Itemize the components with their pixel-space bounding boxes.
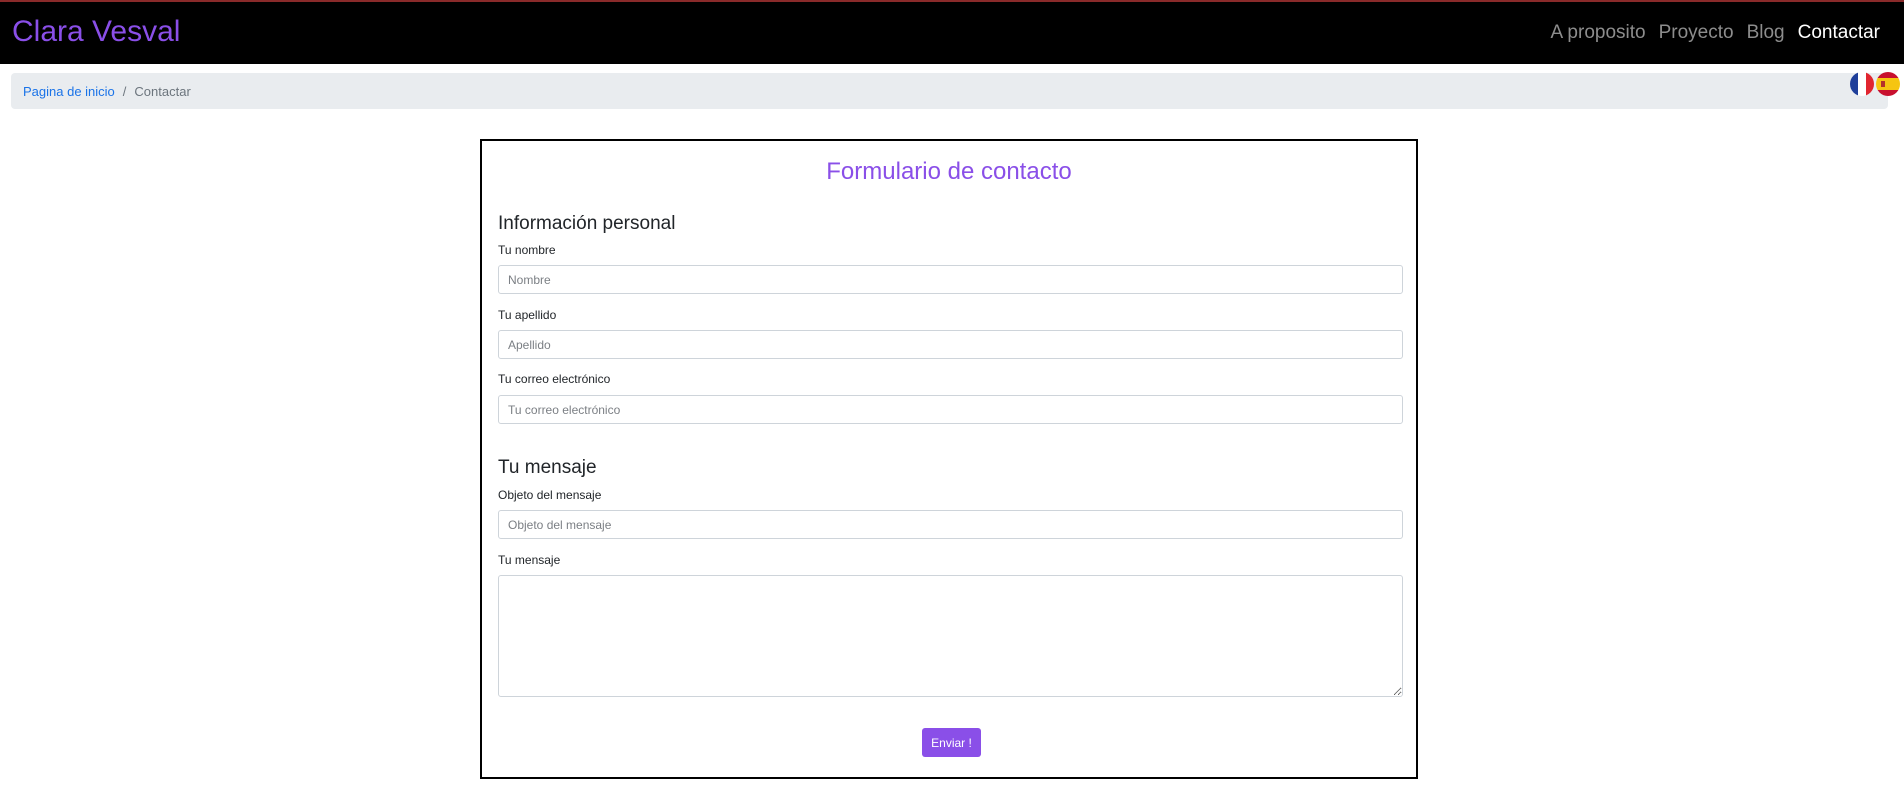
message-textarea[interactable]	[498, 575, 1403, 697]
form-title: Formulario de contacto	[826, 158, 1072, 185]
subject-input[interactable]	[498, 510, 1403, 539]
nav-link-blog[interactable]: Blog	[1747, 20, 1785, 46]
email-label: Tu correo electrónico	[498, 372, 611, 386]
breadcrumb-home-link[interactable]: Pagina de inicio	[23, 84, 115, 99]
submit-button[interactable]: Enviar !	[922, 728, 981, 757]
name-label: Tu nombre	[498, 243, 556, 257]
nav-link-a-proposito[interactable]: A proposito	[1551, 20, 1646, 46]
spanish-flag-icon[interactable]	[1876, 72, 1900, 96]
brand-link[interactable]: Clara Vesval	[12, 14, 180, 50]
language-switcher	[1850, 72, 1900, 96]
nav-links: A proposito Proyecto Blog Contactar	[1551, 20, 1880, 46]
message-label: Tu mensaje	[498, 553, 561, 567]
personal-section-heading: Información personal	[498, 213, 676, 234]
surname-label: Tu apellido	[498, 308, 557, 322]
contact-form: Formulario de contacto Información perso…	[480, 139, 1418, 779]
french-flag-icon[interactable]	[1850, 72, 1874, 96]
breadcrumb-current: Contactar	[134, 83, 191, 99]
navbar: Clara Vesval A proposito Proyecto Blog C…	[0, 0, 1904, 64]
breadcrumb: Pagina de inicio / Contactar	[11, 73, 1888, 109]
subject-label: Objeto del mensaje	[498, 488, 602, 502]
nav-link-contactar[interactable]: Contactar	[1798, 20, 1880, 46]
nav-link-proyecto[interactable]: Proyecto	[1659, 20, 1734, 46]
breadcrumb-separator: /	[122, 83, 127, 99]
email-input[interactable]	[498, 395, 1403, 424]
message-section-heading: Tu mensaje	[498, 457, 597, 478]
name-input[interactable]	[498, 265, 1403, 294]
surname-input[interactable]	[498, 330, 1403, 359]
